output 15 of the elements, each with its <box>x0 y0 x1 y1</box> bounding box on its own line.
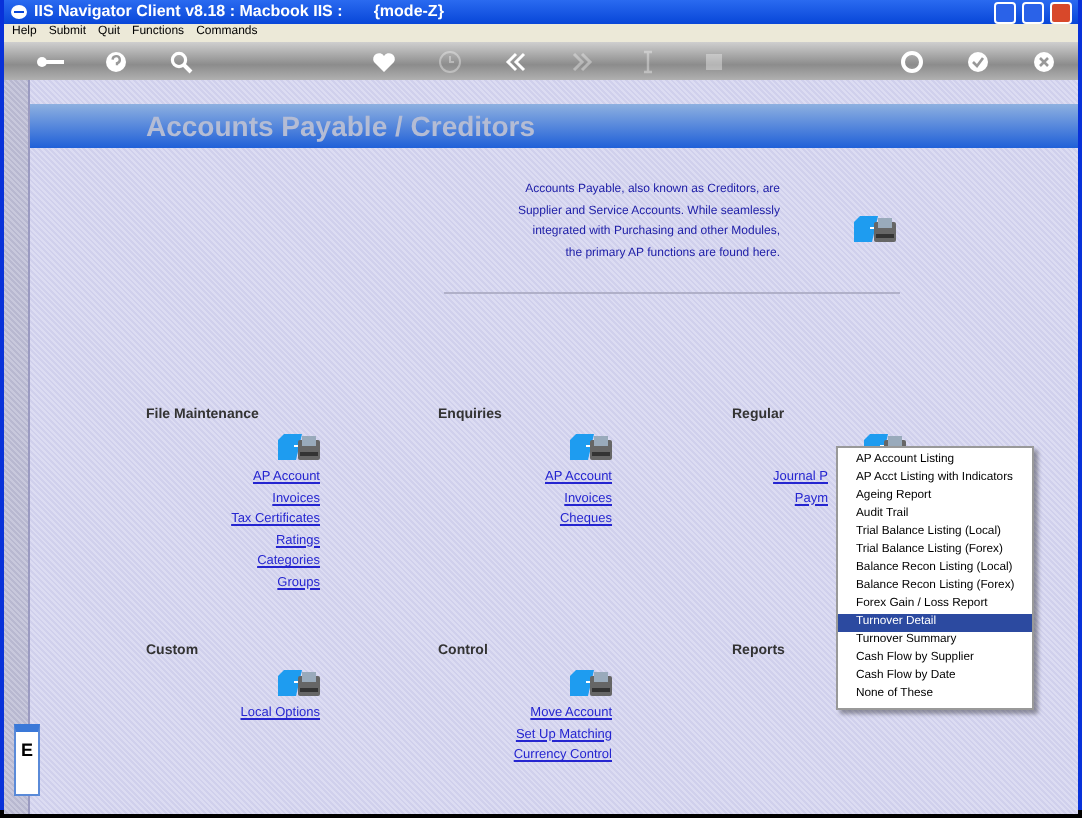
heart-icon[interactable] <box>367 49 399 73</box>
window-title: IIS Navigator Client v8.18 : Macbook IIS : {mode-Z} <box>34 0 444 24</box>
card-printer-icon <box>278 670 320 696</box>
side-panel-label: E <box>20 738 33 764</box>
maximize-button[interactable] <box>1022 1 1044 23</box>
app-icon <box>10 4 28 20</box>
minimize-button[interactable] <box>994 1 1016 23</box>
card-printer-icon <box>570 670 612 696</box>
search-icon[interactable] <box>165 49 197 73</box>
lifebuoy-icon[interactable] <box>895 49 927 73</box>
card-printer-icon <box>570 434 612 460</box>
card-printer-icon <box>278 434 320 460</box>
page-title: Accounts Payable / Creditors <box>146 107 536 146</box>
close-button[interactable] <box>1050 1 1072 23</box>
card-printer-icon <box>854 216 896 243</box>
